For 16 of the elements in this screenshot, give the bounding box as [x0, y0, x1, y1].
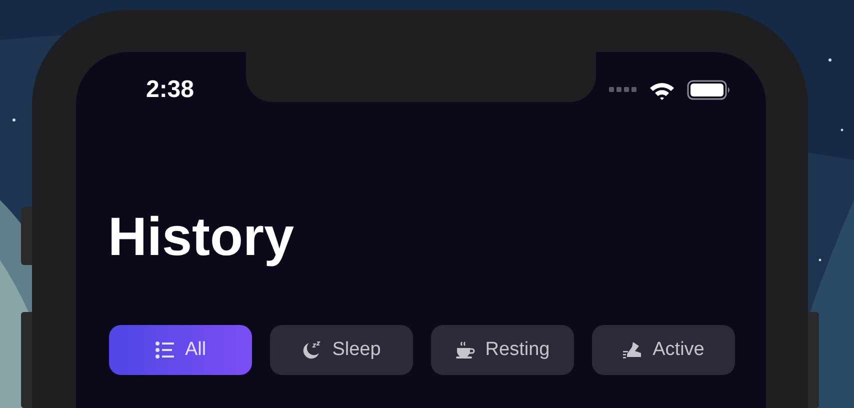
list-icon	[154, 341, 175, 359]
filter-tab[interactable]: Active	[592, 325, 735, 375]
side-button[interactable]	[21, 312, 33, 408]
cellular-signal-icon	[609, 87, 637, 93]
battery-icon	[687, 80, 731, 100]
status-time: 2:38	[146, 76, 194, 104]
filter-tab[interactable]: Resting	[431, 325, 574, 375]
side-button[interactable]	[807, 312, 819, 408]
filter-tab[interactable]: All	[109, 325, 252, 375]
page-title: History	[108, 206, 296, 268]
moon-icon	[302, 341, 322, 359]
coffee-cup-icon	[455, 341, 476, 359]
filter-tab[interactable]: Sleep	[270, 325, 413, 375]
sneaker-icon	[622, 341, 643, 359]
wifi-icon	[649, 80, 675, 100]
side-button[interactable]	[21, 207, 33, 265]
